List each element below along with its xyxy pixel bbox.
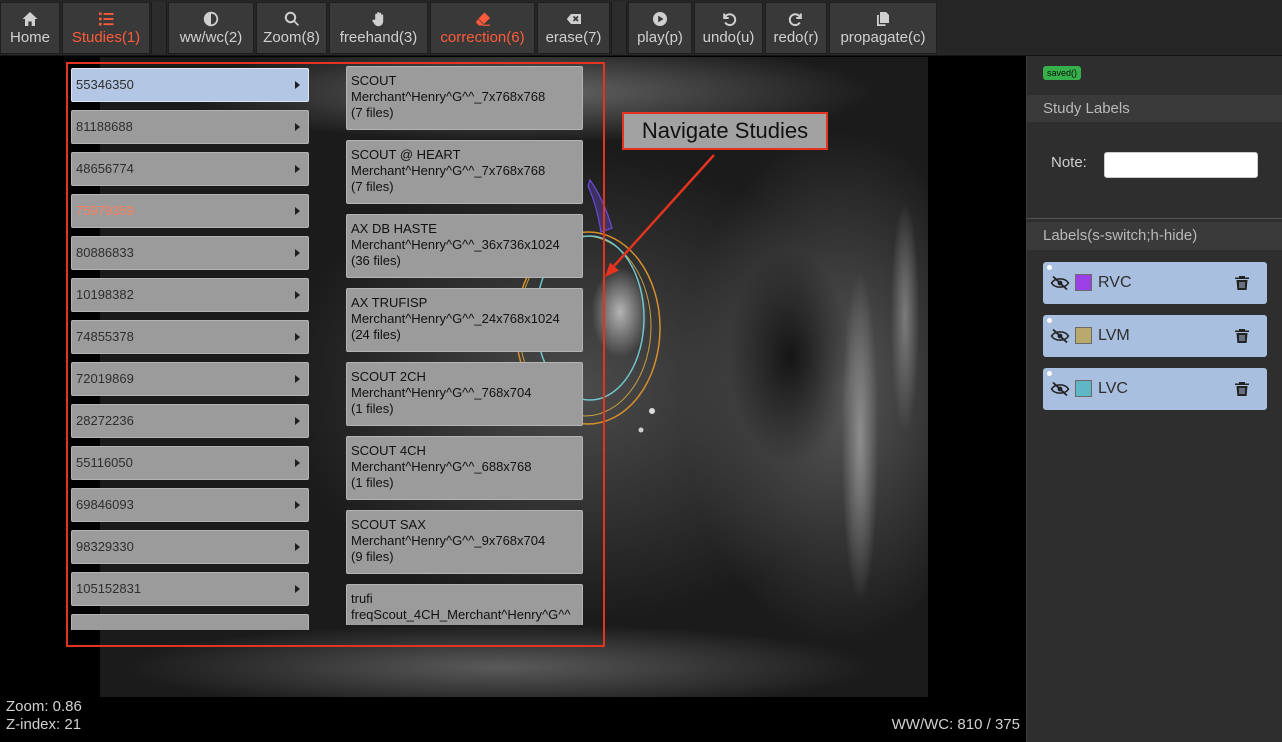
erase-button[interactable]: erase(7) <box>537 2 610 54</box>
label-list: RVC LVM LVC <box>1043 262 1267 410</box>
right-panel: saved() Study Labels Note: Labels(s-swit… <box>1026 56 1282 742</box>
hand-icon <box>371 12 383 27</box>
annotation-highlight-box <box>66 62 605 647</box>
undo-button[interactable]: undo(u) <box>694 2 763 54</box>
redo-icon <box>788 13 802 27</box>
label-color-swatch <box>1075 274 1092 291</box>
label-name: LVM <box>1098 327 1130 344</box>
note-label: Note: <box>1051 154 1087 171</box>
label-handle-dot <box>1047 265 1052 270</box>
saved-status-badge: saved() <box>1043 66 1082 80</box>
copy-icon <box>877 12 889 26</box>
eye-slash-icon[interactable] <box>1050 275 1070 291</box>
propagate-label: propagate(c) <box>840 29 926 46</box>
studies-button[interactable]: Studies(1) <box>62 2 150 54</box>
zoom-readout: Zoom: 0.86 <box>6 698 82 715</box>
contrast-icon <box>203 11 219 27</box>
play-icon <box>653 12 667 26</box>
freehand-label: freehand(3) <box>339 29 418 46</box>
trash-icon[interactable] <box>1234 328 1250 344</box>
note-input[interactable] <box>1104 152 1258 178</box>
annotation-callout: Navigate Studies <box>622 112 828 150</box>
wwwc-label: ww/wc(2) <box>179 29 243 46</box>
trash-icon[interactable] <box>1234 381 1250 397</box>
eye-slash-icon[interactable] <box>1050 381 1070 397</box>
backspace-icon <box>566 14 581 24</box>
zoom-button[interactable]: Zoom(8) <box>256 2 327 54</box>
label-name: LVC <box>1098 380 1128 397</box>
undo-label: undo(u) <box>702 29 755 46</box>
window-level-readout: WW/WC: 810 / 375 <box>891 716 1020 733</box>
label-color-swatch <box>1075 327 1092 344</box>
panel-divider <box>1027 218 1282 219</box>
trash-icon[interactable] <box>1234 275 1250 291</box>
studies-label: Studies(1) <box>71 29 141 46</box>
correction-label: correction(6) <box>440 29 525 46</box>
label-handle-dot <box>1047 318 1052 323</box>
toolbar: Home Studies(1) ww/wc(2) Zoom(8) freehan… <box>0 0 1282 56</box>
label-row[interactable]: RVC <box>1043 262 1267 304</box>
erase-label: erase(7) <box>545 29 602 46</box>
label-row[interactable]: LVM <box>1043 315 1267 357</box>
redo-label: redo(r) <box>773 29 819 46</box>
z-index-readout: Z-index: 21 <box>6 716 82 733</box>
list-icon <box>99 12 114 26</box>
label-color-swatch <box>1075 380 1092 397</box>
home-icon <box>22 12 38 26</box>
correction-button[interactable]: correction(6) <box>430 2 535 54</box>
toolbar-separator <box>611 2 627 54</box>
window-level-button[interactable]: ww/wc(2) <box>168 2 254 54</box>
toolbar-separator <box>151 2 167 54</box>
freehand-button[interactable]: freehand(3) <box>329 2 428 54</box>
label-row[interactable]: LVC <box>1043 368 1267 410</box>
app-window: Home Studies(1) ww/wc(2) Zoom(8) freehan… <box>0 0 1282 742</box>
home-button[interactable]: Home <box>0 2 60 54</box>
label-handle-dot <box>1047 371 1052 376</box>
zoom-label: Zoom(8) <box>263 29 320 46</box>
redo-button[interactable]: redo(r) <box>765 2 827 54</box>
play-label: play(p) <box>637 29 683 46</box>
study-labels-header: Study Labels <box>1027 95 1282 122</box>
play-button[interactable]: play(p) <box>628 2 692 54</box>
eye-slash-icon[interactable] <box>1050 328 1070 344</box>
undo-icon <box>722 13 736 27</box>
label-name: RVC <box>1098 274 1132 291</box>
search-icon <box>284 11 299 26</box>
eraser-icon <box>475 12 490 26</box>
home-label: Home <box>9 29 50 46</box>
labels-header: Labels(s-switch;h-hide) <box>1027 222 1282 250</box>
propagate-button[interactable]: propagate(c) <box>829 2 937 54</box>
